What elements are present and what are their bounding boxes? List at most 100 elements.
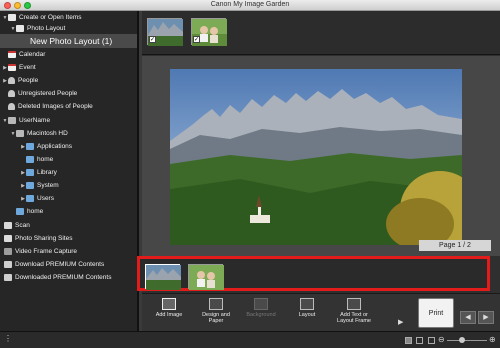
sidebar-item-video-frame[interactable]: Video Frame Capture bbox=[4, 246, 77, 257]
gear-icon[interactable]: ⋮ bbox=[4, 334, 12, 343]
computer-icon bbox=[8, 117, 16, 124]
sidebar-item-applications[interactable]: ▶ Applications bbox=[20, 141, 72, 152]
background-button[interactable]: Background bbox=[241, 298, 281, 318]
sidebar-item-label: Photo Layout bbox=[27, 25, 66, 32]
sidebar: ▼ Create or Open Items ▼ Photo Layout Ne… bbox=[0, 11, 138, 331]
sidebar-item-label: Users bbox=[37, 195, 54, 202]
image-materials-strip: ✓ ✓ bbox=[142, 11, 500, 55]
print-button[interactable]: Print bbox=[418, 298, 454, 328]
sidebar-item-home[interactable]: home bbox=[26, 154, 53, 165]
next-page-icon: ▶ bbox=[483, 314, 489, 321]
edit-area: Page 1 / 2 bbox=[142, 56, 500, 256]
sidebar-item-scan[interactable]: Scan bbox=[4, 220, 30, 231]
photo-sharing-icon bbox=[4, 235, 12, 242]
video-frame-icon bbox=[4, 248, 12, 255]
zoom-in-icon[interactable]: ⊕ bbox=[489, 335, 496, 344]
design-and-paper-button[interactable]: Design and Paper bbox=[196, 298, 236, 324]
sidebar-item-users[interactable]: ▶ Users bbox=[20, 193, 54, 204]
sidebar-item-people[interactable]: ▶ People bbox=[2, 75, 38, 86]
layout-photo[interactable] bbox=[170, 69, 462, 245]
background-icon bbox=[254, 298, 268, 310]
folder-icon bbox=[26, 169, 34, 176]
sidebar-item-label: System bbox=[37, 182, 59, 189]
view-toggle-icon[interactable] bbox=[405, 337, 412, 344]
sidebar-item-label: Photo Sharing Sites bbox=[15, 235, 73, 242]
sidebar-item-label: Library bbox=[37, 169, 57, 176]
home-folder-icon bbox=[16, 208, 24, 215]
layout-label: Layout bbox=[298, 312, 316, 318]
sidebar-item-downloaded-premium[interactable]: Downloaded PREMIUM Contents bbox=[4, 272, 111, 283]
list-view-icon[interactable] bbox=[428, 337, 435, 344]
sidebar-item-label: Deleted Images of People bbox=[18, 103, 93, 110]
sidebar-item-label: New Photo Layout (1) bbox=[30, 36, 113, 46]
sidebar-item-label: Calendar bbox=[19, 51, 46, 58]
material-thumbnail[interactable]: ✓ bbox=[147, 18, 183, 46]
sidebar-item-label: Download PREMIUM Contents bbox=[15, 261, 105, 268]
deleted-people-icon bbox=[8, 103, 15, 110]
downloaded-icon bbox=[4, 274, 12, 281]
full-screen-icon[interactable] bbox=[416, 337, 423, 344]
sidebar-item-label: Create or Open Items bbox=[19, 14, 82, 21]
sidebar-item-label: Unregistered People bbox=[18, 90, 78, 97]
next-page-button[interactable]: ▶ bbox=[478, 311, 494, 324]
design-paper-icon bbox=[209, 298, 223, 310]
sidebar-item-label: home bbox=[37, 156, 54, 163]
page-indicator: Page 1 / 2 bbox=[419, 240, 491, 251]
sidebar-item-photo-sharing[interactable]: Photo Sharing Sites bbox=[4, 233, 72, 244]
sidebar-item-label: UserName bbox=[19, 117, 51, 124]
prev-page-button[interactable]: ◀ bbox=[460, 311, 476, 324]
page-thumbnail-1[interactable] bbox=[145, 264, 181, 290]
add-text-or-layout-frame-button[interactable]: Add Text or Layout Frame bbox=[332, 298, 376, 324]
page-thumbnail-2[interactable] bbox=[188, 264, 224, 290]
sidebar-item-unregistered-people[interactable]: Unregistered People bbox=[8, 88, 77, 99]
status-bar: ⋮ ⊖ ⊕ bbox=[0, 331, 500, 348]
window-title: Canon My Image Garden bbox=[210, 1, 290, 8]
sidebar-item-label: home bbox=[27, 208, 44, 215]
prev-page-icon: ◀ bbox=[465, 314, 471, 321]
zoom-slider-knob[interactable] bbox=[459, 337, 465, 343]
sidebar-item-deleted-people[interactable]: Deleted Images of People bbox=[8, 101, 93, 112]
sidebar-item-label: People bbox=[18, 77, 39, 84]
photo-layout-icon bbox=[16, 25, 24, 32]
page-1-preview-image bbox=[146, 265, 181, 290]
checkbox-checked-icon[interactable]: ✓ bbox=[149, 36, 156, 43]
sidebar-item-new-photo-layout[interactable]: New Photo Layout (1) bbox=[0, 34, 137, 48]
sidebar-item-username[interactable]: ▼ UserName bbox=[2, 115, 50, 126]
unregistered-people-icon bbox=[8, 90, 15, 97]
more-tools-arrow-icon[interactable]: ▶ bbox=[398, 318, 403, 326]
main-area: ✓ ✓ Page 1 / 2 Add Image Design and Pape… bbox=[137, 11, 500, 331]
create-items-icon bbox=[8, 14, 16, 21]
sidebar-item-home-user[interactable]: home bbox=[16, 206, 43, 217]
mountain-landscape-image bbox=[170, 69, 462, 245]
add-image-icon bbox=[162, 298, 176, 310]
folder-icon bbox=[26, 143, 34, 150]
sidebar-item-download-premium[interactable]: Download PREMIUM Contents bbox=[4, 259, 104, 270]
page-2-preview-image bbox=[189, 265, 224, 290]
folder-icon bbox=[26, 182, 34, 189]
folder-icon bbox=[26, 156, 34, 163]
sidebar-item-event[interactable]: ▶ Event bbox=[2, 62, 36, 73]
event-icon bbox=[8, 64, 16, 71]
sidebar-item-label: Downloaded PREMIUM Contents bbox=[15, 274, 112, 281]
bottom-toolbar: Add Image Design and Paper Background La… bbox=[142, 293, 500, 331]
scan-icon bbox=[4, 222, 12, 229]
zoom-slider-track[interactable] bbox=[447, 340, 487, 341]
design-paper-label: Design and Paper bbox=[202, 312, 230, 324]
sidebar-item-library[interactable]: ▶ Library bbox=[20, 167, 57, 178]
add-image-label: Add Image bbox=[155, 312, 183, 318]
download-icon bbox=[4, 261, 12, 268]
sidebar-item-create-or-open[interactable]: ▼ Create or Open Items bbox=[2, 12, 82, 23]
checkbox-checked-icon[interactable]: ✓ bbox=[193, 36, 200, 43]
sidebar-item-label: Macintosh HD bbox=[27, 130, 68, 137]
sidebar-item-macintosh-hd[interactable]: ▼ Macintosh HD bbox=[10, 128, 68, 139]
material-thumbnail[interactable]: ✓ bbox=[191, 18, 227, 46]
add-image-button[interactable]: Add Image bbox=[149, 298, 189, 318]
sidebar-item-system[interactable]: ▶ System bbox=[20, 180, 59, 191]
sidebar-item-calendar[interactable]: Calendar bbox=[8, 49, 45, 60]
sidebar-item-label: Video Frame Capture bbox=[15, 248, 78, 255]
zoom-out-icon[interactable]: ⊖ bbox=[438, 335, 445, 344]
sidebar-item-label: Applications bbox=[37, 143, 73, 150]
sidebar-item-photo-layout[interactable]: ▼ Photo Layout bbox=[10, 23, 65, 34]
layout-button[interactable]: Layout bbox=[287, 298, 327, 318]
add-text-label: Add Text or Layout Frame bbox=[337, 312, 371, 324]
